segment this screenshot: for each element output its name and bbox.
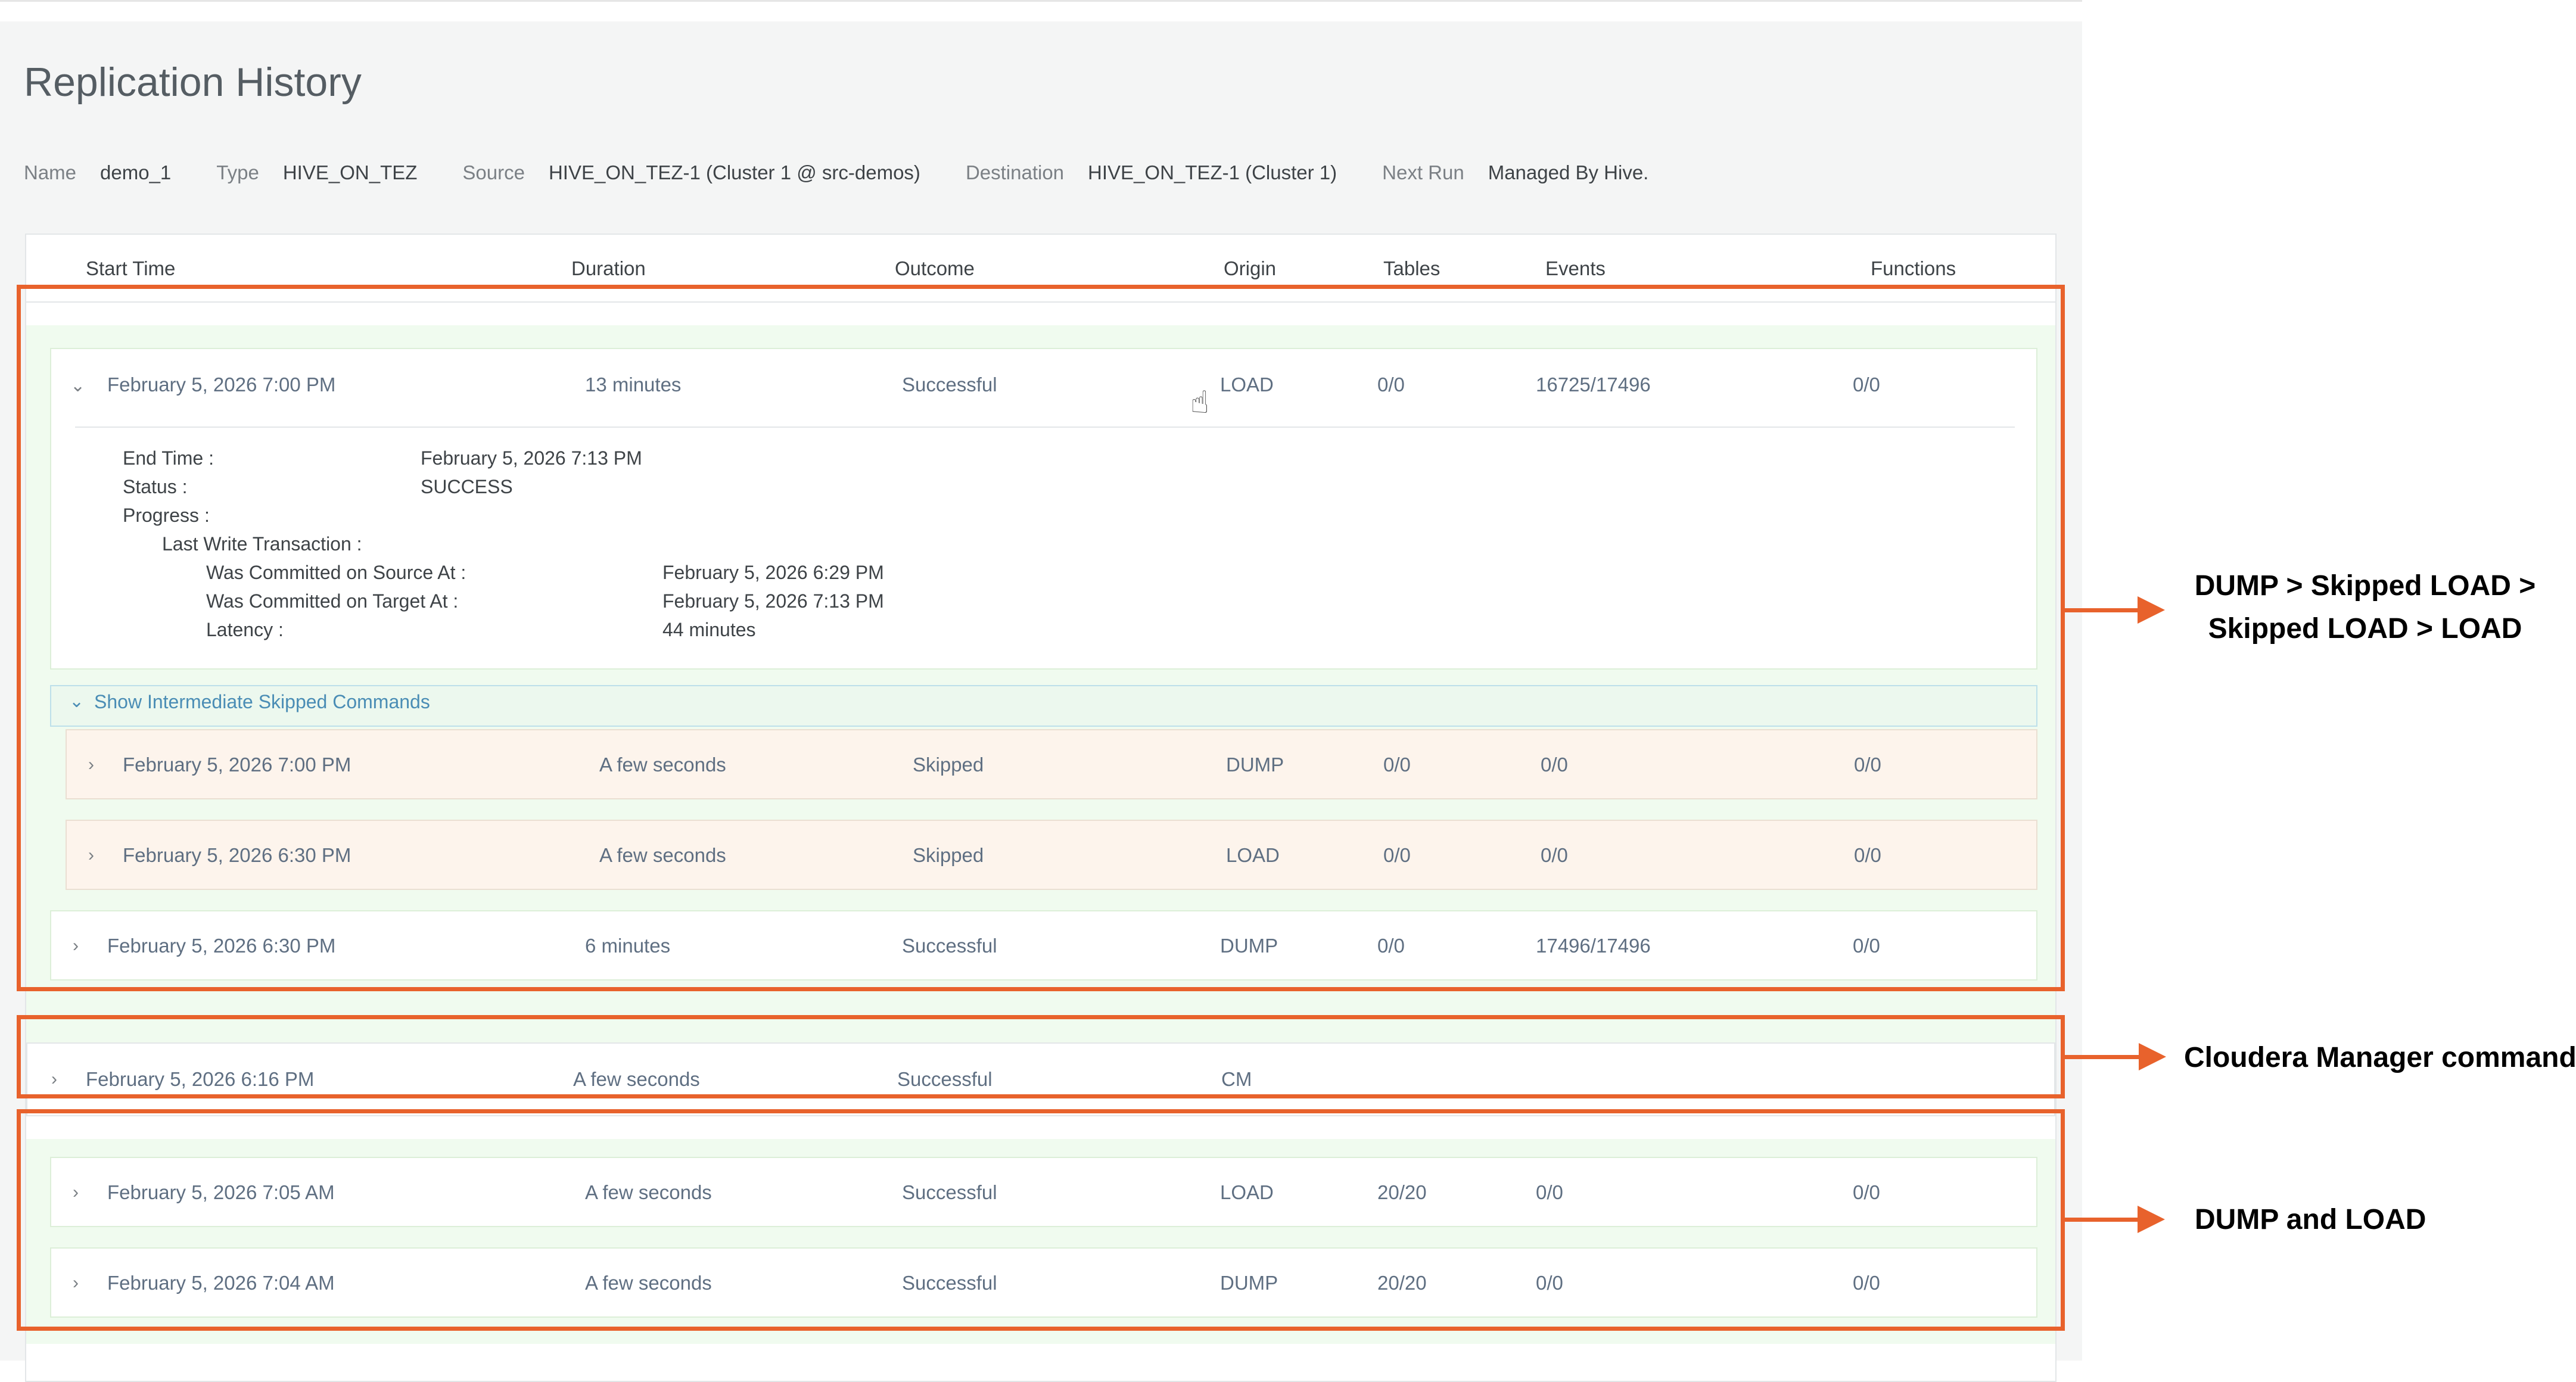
callout-group-3: DUMP and LOAD	[2195, 1204, 2426, 1235]
replication-meta: Name demo_1 Type HIVE_ON_TEZ Source HIVE…	[24, 161, 1694, 185]
arrow-right-icon	[2064, 596, 2165, 624]
col-origin[interactable]: Origin	[1224, 257, 1276, 280]
meta-destination-label: Destination	[965, 161, 1065, 183]
arrow-right-icon	[2064, 1206, 2165, 1233]
meta-source-label: Source	[462, 161, 525, 183]
highlight-box-group-1	[17, 285, 2065, 991]
meta-type-value: HIVE_ON_TEZ	[282, 161, 418, 183]
meta-next-run-label: Next Run	[1382, 161, 1464, 183]
col-events[interactable]: Events	[1545, 257, 1606, 280]
meta-name-label: Name	[24, 161, 77, 183]
col-functions[interactable]: Functions	[1871, 257, 1956, 280]
col-start-time[interactable]: Start Time	[86, 257, 175, 280]
arrow-right-icon	[2065, 1043, 2166, 1070]
page-title: Replication History	[24, 60, 362, 105]
highlight-box-group-2	[17, 1015, 2065, 1098]
col-outcome[interactable]: Outcome	[895, 257, 975, 280]
top-divider	[0, 0, 2082, 2]
highlight-box-group-3	[17, 1109, 2065, 1331]
col-tables[interactable]: Tables	[1383, 257, 1440, 280]
meta-source-value: HIVE_ON_TEZ-1 (Cluster 1 @ src-demos)	[548, 161, 920, 183]
meta-name-value: demo_1	[100, 161, 172, 183]
callout-group-2: Cloudera Manager command	[2184, 1042, 2576, 1073]
meta-type-label: Type	[216, 161, 259, 183]
col-duration[interactable]: Duration	[571, 257, 646, 280]
callout-group-1-line-2: Skipped LOAD > LOAD	[2208, 613, 2522, 645]
meta-next-run-value: Managed By Hive.	[1488, 161, 1649, 183]
callout-group-1-line-1: DUMP > Skipped LOAD >	[2194, 570, 2536, 602]
meta-destination-value: HIVE_ON_TEZ-1 (Cluster 1)	[1088, 161, 1337, 183]
callout-group-1: DUMP > Skipped LOAD > Skipped LOAD > LOA…	[2180, 565, 2550, 650]
